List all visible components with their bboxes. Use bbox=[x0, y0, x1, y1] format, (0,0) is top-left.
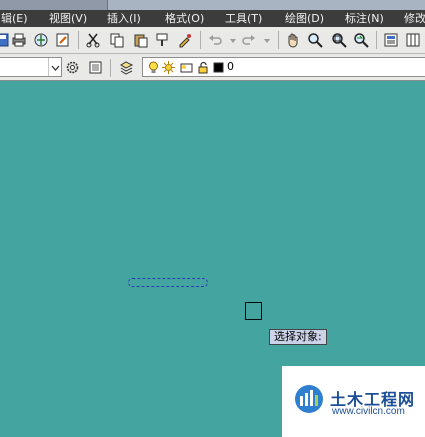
zoom-window-icon[interactable] bbox=[330, 31, 347, 48]
design-center-icon[interactable] bbox=[404, 31, 421, 48]
toolbar-divider bbox=[200, 31, 201, 49]
undo-dropdown-icon[interactable] bbox=[224, 31, 241, 48]
menu-modify[interactable]: 修改 bbox=[404, 11, 425, 26]
toolbar-divider bbox=[78, 31, 79, 49]
selected-object-outline[interactable] bbox=[128, 278, 208, 287]
toolbar-divider bbox=[110, 59, 111, 77]
match-properties-icon[interactable] bbox=[154, 31, 171, 48]
menu-edit[interactable]: 辑(E) bbox=[1, 11, 28, 26]
watermark-logo bbox=[295, 385, 323, 413]
save-icon[interactable] bbox=[0, 31, 10, 48]
workspace-dropdown[interactable] bbox=[0, 57, 62, 77]
title-bar bbox=[0, 0, 425, 10]
current-layer-name: 0 bbox=[227, 60, 234, 73]
menu-tools[interactable]: 工具(T) bbox=[225, 11, 262, 26]
document-tab[interactable] bbox=[0, 0, 108, 10]
menu-bar: 辑(E) 视图(V) 插入(I) 格式(O) 工具(T) 绘图(D) 标注(N)… bbox=[0, 10, 425, 27]
print-icon[interactable] bbox=[10, 31, 27, 48]
menu-dimension[interactable]: 标注(N) bbox=[345, 11, 384, 26]
watermark-url: www.civilcn.com bbox=[332, 406, 405, 417]
toolbar-divider bbox=[376, 31, 377, 49]
layer-dropdown[interactable]: 0 bbox=[142, 57, 425, 77]
watermark: 土木工程网 www.civilcn.com bbox=[282, 366, 425, 437]
layer-on-icon[interactable] bbox=[146, 60, 160, 74]
pick-box-cursor bbox=[245, 302, 262, 320]
redo-dropdown-icon[interactable] bbox=[258, 31, 275, 48]
workspace-settings-icon[interactable] bbox=[64, 59, 81, 76]
publish-icon[interactable] bbox=[32, 31, 49, 48]
workspace-icon[interactable] bbox=[87, 59, 104, 76]
toolbar-divider bbox=[278, 31, 279, 49]
layer-lock-icon[interactable] bbox=[196, 60, 210, 74]
chevron-down-icon[interactable] bbox=[48, 58, 61, 76]
plot-preview-icon[interactable] bbox=[54, 31, 71, 48]
properties-icon[interactable] bbox=[382, 31, 399, 48]
block-editor-icon[interactable] bbox=[176, 31, 193, 48]
copy-icon[interactable] bbox=[108, 31, 125, 48]
zoom-previous-icon[interactable] bbox=[352, 31, 369, 48]
zoom-realtime-icon[interactable] bbox=[306, 31, 323, 48]
layers-toolbar: 0 bbox=[0, 54, 425, 81]
menu-format[interactable]: 格式(O) bbox=[165, 11, 204, 26]
redo-icon[interactable] bbox=[240, 31, 257, 48]
menu-draw[interactable]: 绘图(D) bbox=[285, 11, 324, 26]
cut-icon[interactable] bbox=[84, 31, 101, 48]
menu-view[interactable]: 视图(V) bbox=[49, 11, 87, 26]
undo-icon[interactable] bbox=[206, 31, 223, 48]
menu-insert[interactable]: 插入(I) bbox=[107, 11, 141, 26]
paste-icon[interactable] bbox=[132, 31, 149, 48]
standard-toolbar bbox=[0, 27, 425, 54]
layer-freeze-icon[interactable] bbox=[161, 60, 175, 74]
layer-color-swatch bbox=[211, 60, 225, 74]
command-tooltip: 选择对象: bbox=[269, 329, 327, 345]
pan-icon[interactable] bbox=[284, 31, 301, 48]
layer-manager-icon[interactable] bbox=[118, 59, 135, 76]
layer-viewport-icon[interactable] bbox=[179, 60, 193, 74]
